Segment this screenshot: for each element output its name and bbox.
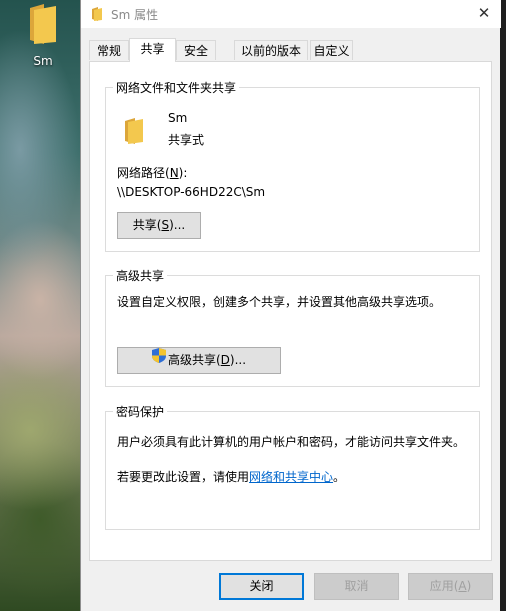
advanced-sharing-group: 高级共享 设置自定义权限，创建多个共享，并设置其他高级共享选项。 高级共享(D)… (105, 267, 480, 387)
share-button[interactable]: 共享(S)... (117, 212, 201, 239)
share-status: 共享式 (168, 133, 205, 147)
tab-customize[interactable]: 自定义 (310, 40, 353, 60)
group-title: 密码保护 (113, 403, 168, 420)
network-path-label: 网络路径(N): (117, 166, 188, 180)
properties-dialog: Sm 属性 ✕ 常规 共享 安全 以前的版本 自定义 网络文件和文件夹共享 Sm… (80, 0, 501, 611)
shield-icon (151, 347, 166, 372)
cancel-button[interactable]: 取消 (314, 573, 399, 600)
password-protection-group: 密码保护 用户必须具有此计算机的用户帐户和密码，才能访问共享文件夹。 若要更改此… (105, 403, 480, 530)
advanced-sharing-description: 设置自定义权限，创建多个共享，并设置其他高级共享选项。 (117, 295, 442, 309)
group-title: 高级共享 (113, 267, 168, 284)
title-bar[interactable]: Sm 属性 ✕ (81, 0, 501, 28)
password-protection-text: 用户必须具有此计算机的用户帐户和密码，才能访问共享文件夹。 (117, 435, 466, 449)
folder-icon (124, 118, 144, 147)
folder-name: Sm (168, 111, 188, 125)
tab-sharing[interactable]: 共享 (129, 38, 176, 62)
sharing-tab-panel: 网络文件和文件夹共享 Sm 共享式 网络路径(N): \\DESKTOP-66H… (89, 61, 492, 561)
folder-icon (91, 7, 103, 24)
tab-previous-versions[interactable]: 以前的版本 (234, 40, 308, 60)
desktop-folder-label: Sm (33, 54, 53, 68)
group-title: 网络文件和文件夹共享 (113, 79, 240, 96)
tab-general[interactable]: 常规 (89, 40, 129, 60)
close-icon[interactable]: ✕ (467, 0, 501, 28)
network-sharing-center-link[interactable]: 网络和共享中心 (249, 470, 333, 484)
background-window-edge (500, 0, 506, 611)
advanced-sharing-button[interactable]: 高级共享(D)... (117, 347, 281, 374)
network-path-value: \\DESKTOP-66HD22C\Sm (117, 185, 266, 199)
network-sharing-group: 网络文件和文件夹共享 Sm 共享式 网络路径(N): \\DESKTOP-66H… (105, 79, 480, 252)
window-title: Sm 属性 (111, 8, 159, 22)
folder-icon (28, 4, 58, 44)
tab-security[interactable]: 安全 (176, 40, 216, 60)
desktop-folder-shortcut[interactable]: Sm (16, 4, 70, 68)
apply-button[interactable]: 应用(A) (408, 573, 493, 600)
close-button[interactable]: 关闭 (219, 573, 304, 600)
password-protection-hint: 若要更改此设置，请使用网络和共享中心。 (117, 470, 346, 484)
